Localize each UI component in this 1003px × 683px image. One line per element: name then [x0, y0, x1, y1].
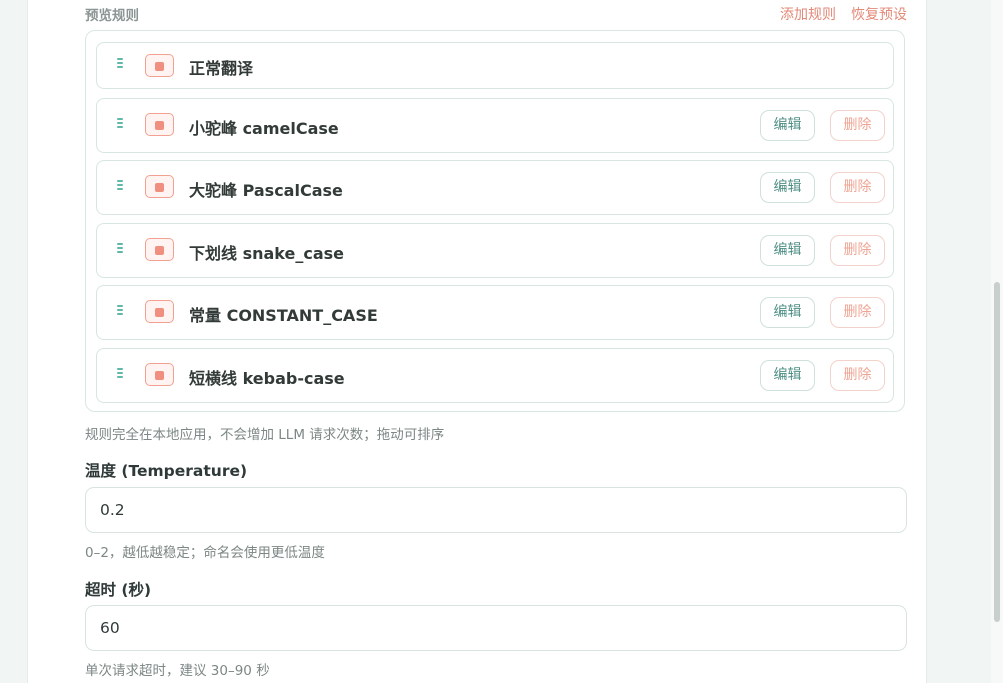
edit-rule-button[interactable]: 编辑 — [760, 235, 815, 266]
rule-name: 大驼峰 PascalCase — [189, 181, 343, 200]
drag-handle-icon[interactable] — [117, 243, 125, 257]
rule-toggle[interactable] — [145, 54, 174, 77]
section-title: 预览规则 — [85, 8, 139, 24]
drag-handle-icon[interactable] — [117, 305, 125, 319]
timeout-label: 超时 (秒) — [85, 581, 152, 599]
timeout-hint: 单次请求超时，建议 30–90 秒 — [85, 663, 270, 679]
rule-toggle[interactable] — [145, 175, 174, 198]
drag-handle-icon[interactable] — [117, 58, 125, 72]
scrollbar-track[interactable] — [991, 0, 1003, 683]
rule-name: 常量 CONSTANT_CASE — [189, 306, 378, 325]
edit-rule-button[interactable]: 编辑 — [760, 172, 815, 203]
temperature-input[interactable] — [85, 487, 907, 533]
delete-rule-button[interactable]: 删除 — [830, 235, 885, 266]
add-rule-link[interactable]: 添加规则 — [780, 4, 836, 24]
rules-list: 正常翻译 小驼峰 camelCase 编辑 删除 大驼峰 PascalCase … — [85, 30, 905, 412]
rule-row[interactable]: 小驼峰 camelCase 编辑 删除 — [96, 98, 894, 153]
rule-name: 正常翻译 — [189, 59, 254, 78]
drag-handle-icon[interactable] — [117, 180, 125, 194]
rules-hint: 规则完全在本地应用，不会增加 LLM 请求次数；拖动可排序 — [85, 427, 445, 443]
preview-rules-header: 预览规则 添加规则 恢复预设 — [85, 4, 907, 24]
delete-rule-button[interactable]: 删除 — [830, 110, 885, 141]
temperature-label: 温度 (Temperature) — [85, 462, 248, 480]
rule-toggle[interactable] — [145, 363, 174, 386]
temperature-hint: 0–2，越低越稳定；命名会使用更低温度 — [85, 545, 325, 561]
drag-handle-icon[interactable] — [117, 118, 125, 132]
rule-row[interactable]: 常量 CONSTANT_CASE 编辑 删除 — [96, 285, 894, 340]
rule-name: 下划线 snake_case — [189, 244, 345, 263]
delete-rule-button[interactable]: 删除 — [830, 297, 885, 328]
edit-rule-button[interactable]: 编辑 — [760, 360, 815, 391]
rule-name: 小驼峰 camelCase — [189, 119, 339, 138]
edit-rule-button[interactable]: 编辑 — [760, 297, 815, 328]
rule-name: 短横线 kebab-case — [189, 369, 345, 388]
rule-row[interactable]: 下划线 snake_case 编辑 删除 — [96, 223, 894, 278]
drag-handle-icon[interactable] — [117, 368, 125, 382]
rule-toggle[interactable] — [145, 300, 174, 323]
rule-row[interactable]: 正常翻译 — [96, 42, 894, 89]
edit-rule-button[interactable]: 编辑 — [760, 110, 815, 141]
reset-presets-link[interactable]: 恢复预设 — [851, 4, 907, 24]
rule-row[interactable]: 短横线 kebab-case 编辑 删除 — [96, 348, 894, 403]
rule-toggle[interactable] — [145, 113, 174, 136]
scrollbar-thumb[interactable] — [994, 282, 1000, 622]
delete-rule-button[interactable]: 删除 — [830, 360, 885, 391]
timeout-input[interactable] — [85, 605, 907, 651]
delete-rule-button[interactable]: 删除 — [830, 172, 885, 203]
rule-toggle[interactable] — [145, 238, 174, 261]
header-actions: 添加规则 恢复预设 — [780, 4, 907, 24]
rule-row[interactable]: 大驼峰 PascalCase 编辑 删除 — [96, 160, 894, 215]
